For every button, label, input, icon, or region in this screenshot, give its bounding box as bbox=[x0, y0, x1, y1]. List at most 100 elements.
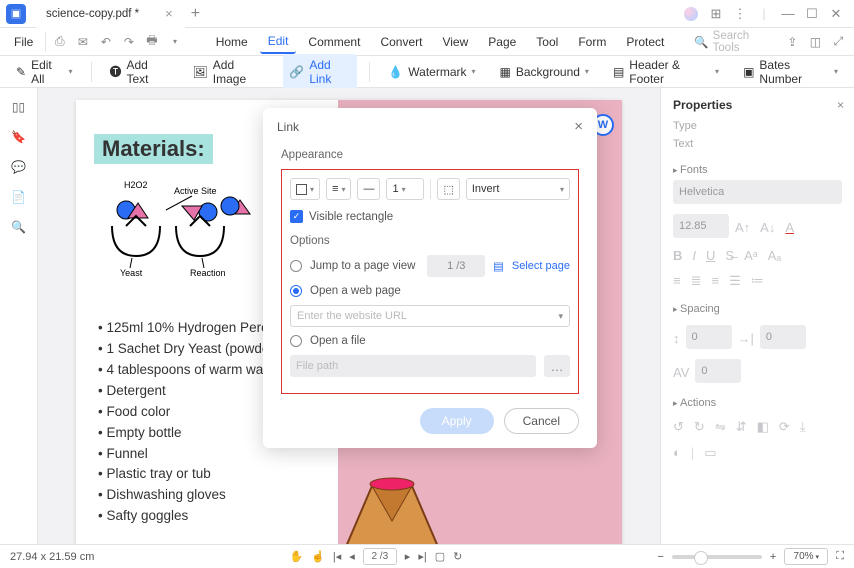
share-icon[interactable]: ⇪ bbox=[783, 32, 802, 52]
actions-section[interactable]: Actions bbox=[673, 397, 842, 409]
link-color-dropdown[interactable]: ▾ bbox=[290, 178, 320, 200]
align-right-icon[interactable]: ≡ bbox=[712, 273, 720, 289]
spacing-section[interactable]: Spacing bbox=[673, 303, 842, 315]
comments-icon[interactable]: 💬 bbox=[11, 160, 26, 174]
menu-convert[interactable]: Convert bbox=[372, 31, 430, 53]
zoom-value[interactable]: 70%▾ bbox=[784, 548, 828, 565]
fit-page-icon[interactable]: ▢ bbox=[435, 550, 445, 563]
align-left-icon[interactable]: ≡ bbox=[673, 273, 681, 289]
zoom-in-icon[interactable]: + bbox=[770, 551, 776, 563]
menu-page[interactable]: Page bbox=[480, 31, 524, 53]
menu-tool[interactable]: Tool bbox=[528, 31, 566, 53]
visible-rect-checkbox[interactable]: ✓ bbox=[290, 210, 303, 223]
search-tools[interactable]: 🔍 Search Tools bbox=[694, 30, 775, 54]
menu-file[interactable]: File bbox=[6, 31, 41, 53]
flip-v-icon[interactable]: ⇵ bbox=[736, 419, 747, 435]
add-link-button[interactable]: 🔗 Add Link bbox=[283, 54, 357, 90]
open-web-radio[interactable] bbox=[290, 285, 302, 297]
align-justify-icon[interactable]: ☰ bbox=[729, 273, 741, 289]
cloud-icon[interactable]: ◫ bbox=[806, 32, 825, 52]
close-window-icon[interactable]: ✕ bbox=[824, 6, 848, 22]
kebab-icon[interactable]: ⋮ bbox=[728, 6, 752, 22]
jump-page-radio[interactable] bbox=[290, 260, 302, 272]
close-tab-icon[interactable]: × bbox=[165, 6, 173, 21]
mail-icon[interactable]: ✉ bbox=[73, 32, 92, 52]
rotate-left-icon[interactable]: ↺ bbox=[673, 419, 684, 435]
more-icon[interactable]: ▾ bbox=[165, 32, 184, 52]
cancel-button[interactable]: Cancel bbox=[504, 408, 579, 434]
apply-button[interactable]: Apply bbox=[420, 408, 494, 434]
rotate-icon[interactable]: ↻ bbox=[453, 550, 462, 563]
add-image-button[interactable]: 🖼 Add Image bbox=[187, 54, 272, 90]
header-footer-button[interactable]: ▤ Header & Footer▾ bbox=[607, 54, 725, 90]
border-style-dropdown[interactable]: — bbox=[357, 178, 380, 200]
highlight-style-icon[interactable]: ⬚ bbox=[437, 178, 459, 200]
close-modal-icon[interactable]: × bbox=[574, 118, 583, 135]
bold-icon[interactable]: B bbox=[673, 248, 682, 263]
font-family-select[interactable] bbox=[673, 180, 842, 204]
highlight-mode-dropdown[interactable]: Invert▾ bbox=[466, 178, 570, 200]
spacing-h-input[interactable] bbox=[760, 325, 806, 349]
menu-edit[interactable]: Edit bbox=[260, 30, 297, 54]
superscript-icon[interactable]: Aᵃ bbox=[744, 248, 758, 263]
chat-icon[interactable]: ⊞ bbox=[704, 6, 728, 22]
undo-icon[interactable]: ↶ bbox=[96, 32, 115, 52]
page-input[interactable]: 2 /3 bbox=[363, 548, 397, 565]
attachments-icon[interactable]: 📄 bbox=[11, 190, 26, 204]
menu-view[interactable]: View bbox=[434, 31, 476, 53]
font-size-input[interactable] bbox=[673, 214, 729, 238]
shadow-icon[interactable]: ▭ bbox=[704, 445, 716, 461]
open-file-radio[interactable] bbox=[290, 335, 302, 347]
document-tab[interactable]: science-copy.pdf * × bbox=[36, 0, 185, 28]
edit-all-button[interactable]: ✎ Edit All ▾ bbox=[10, 54, 79, 90]
opacity-icon[interactable]: ◐ bbox=[673, 445, 681, 461]
increase-font-icon[interactable]: A↑ bbox=[735, 220, 750, 238]
extract-icon[interactable]: ⤓ bbox=[800, 419, 806, 435]
browse-file-button[interactable]: … bbox=[544, 355, 570, 377]
ai-bubble-icon[interactable] bbox=[684, 7, 698, 21]
prev-page-icon[interactable]: ◂ bbox=[349, 550, 355, 563]
italic-icon[interactable]: I bbox=[692, 248, 696, 263]
subscript-icon[interactable]: Aₐ bbox=[768, 248, 782, 263]
next-page-icon[interactable]: ▸ bbox=[405, 550, 411, 563]
jump-page-input[interactable]: 1 /3 bbox=[427, 255, 485, 277]
menu-home[interactable]: Home bbox=[208, 31, 256, 53]
menu-form[interactable]: Form bbox=[570, 31, 614, 53]
replace-icon[interactable]: ⟳ bbox=[779, 419, 790, 435]
watermark-button[interactable]: 💧 Watermark▾ bbox=[382, 61, 481, 83]
zoom-slider[interactable] bbox=[672, 555, 762, 559]
strike-icon[interactable]: S̶ bbox=[725, 248, 734, 263]
hand-tool-icon[interactable]: ✋ bbox=[289, 550, 303, 563]
line-h-input[interactable] bbox=[695, 359, 741, 383]
align-center-icon[interactable]: ≣ bbox=[691, 273, 702, 289]
zoom-out-icon[interactable]: − bbox=[657, 551, 663, 563]
bookmark-icon[interactable]: 🔖 bbox=[11, 130, 26, 144]
first-page-icon[interactable]: |◂ bbox=[333, 550, 341, 563]
fit-width-icon[interactable]: ⛶ bbox=[836, 550, 844, 563]
flip-h-icon[interactable]: ⇋ bbox=[715, 419, 726, 435]
search-icon[interactable]: 🔍 bbox=[11, 220, 26, 234]
border-width-dropdown[interactable]: 1▾ bbox=[386, 178, 424, 200]
minimize-icon[interactable]: — bbox=[776, 6, 800, 21]
select-page-icon[interactable]: ▤ bbox=[493, 259, 504, 273]
expand-icon[interactable]: ⤢ bbox=[829, 32, 848, 52]
crop-icon[interactable]: ◧ bbox=[757, 419, 769, 435]
line-style-dropdown[interactable]: ≡▾ bbox=[326, 178, 351, 200]
rotate-right-icon[interactable]: ↻ bbox=[694, 419, 705, 435]
font-color-icon[interactable]: A bbox=[785, 220, 794, 238]
print-icon[interactable]: 🖶 bbox=[142, 32, 161, 52]
close-panel-icon[interactable]: × bbox=[837, 98, 844, 112]
menu-comment[interactable]: Comment bbox=[300, 31, 368, 53]
select-tool-icon[interactable]: ☝ bbox=[311, 550, 325, 563]
web-url-input[interactable]: Enter the website URL▾ bbox=[290, 305, 570, 327]
fonts-section[interactable]: Fonts bbox=[673, 164, 842, 176]
new-tab-icon[interactable]: + bbox=[191, 5, 200, 23]
underline-icon[interactable]: U bbox=[706, 248, 715, 263]
list-icon[interactable]: ≔ bbox=[751, 273, 764, 289]
select-page-link[interactable]: Select page bbox=[512, 260, 570, 272]
menu-protect[interactable]: Protect bbox=[618, 31, 672, 53]
add-text-button[interactable]: 🅣 Add Text bbox=[103, 54, 174, 90]
spacing-v-input[interactable] bbox=[686, 325, 732, 349]
file-path-input[interactable]: File path bbox=[290, 355, 536, 377]
redo-icon[interactable]: ↷ bbox=[119, 32, 138, 52]
